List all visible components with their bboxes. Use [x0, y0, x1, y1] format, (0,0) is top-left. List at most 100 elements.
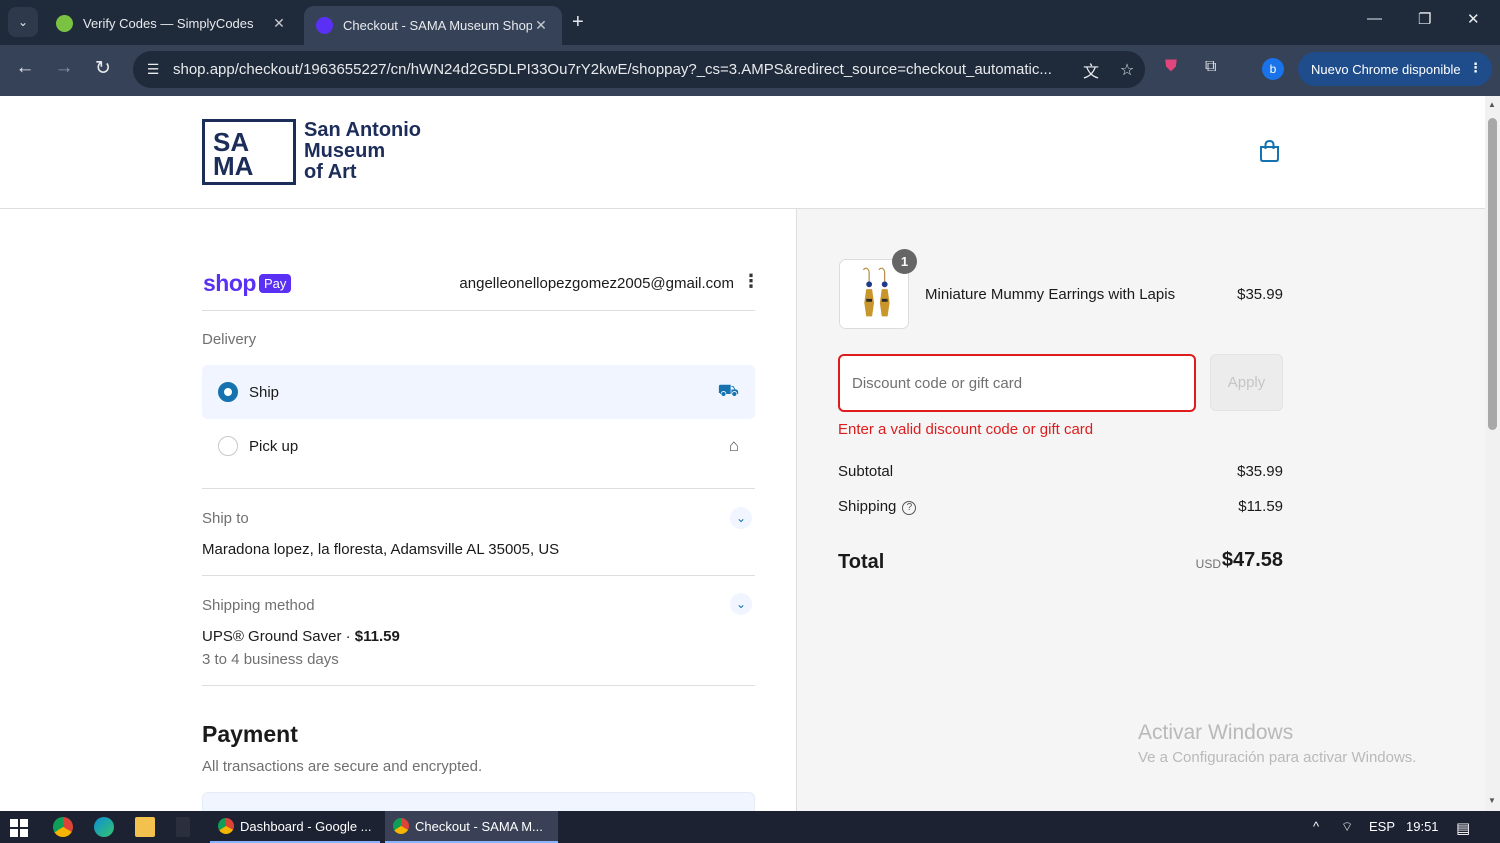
total-label: Total — [838, 551, 885, 573]
windows-start-icon[interactable] — [10, 819, 28, 837]
shipping-method-summary: UPS® Ground Saver · $11.59 — [202, 628, 400, 645]
minimize-icon[interactable]: — — [1367, 10, 1382, 27]
taskbar-app-label: Dashboard - Google ... — [240, 818, 372, 834]
shopping-bag-icon[interactable] — [1259, 140, 1280, 162]
order-summary: 1 Miniature Mummy Earrings with Lapis $3… — [797, 209, 1485, 811]
store-name[interactable]: San Antonio Museum of Art — [304, 120, 444, 183]
product-price: $35.99 — [1237, 286, 1283, 303]
close-tab-icon[interactable]: ✕ — [532, 17, 550, 34]
windows-taskbar: Dashboard - Google ... Checkout - SAMA M… — [0, 811, 1500, 843]
simplycodes-favicon-icon — [56, 14, 73, 32]
store-logo[interactable]: SA MA — [202, 119, 296, 185]
ship-to-label: Ship to — [202, 510, 249, 527]
total-value: $47.58 — [1221, 549, 1283, 571]
store-name-line: of Art — [304, 161, 357, 183]
translate-icon[interactable]: 文 — [1073, 58, 1109, 82]
scroll-up-icon[interactable]: ▲ — [1488, 100, 1496, 109]
taskbar-app-dashboard[interactable]: Dashboard - Google ... — [210, 811, 380, 843]
chrome-icon — [393, 818, 409, 834]
shipping-method-price: $11.59 — [354, 628, 400, 645]
menu-kebab-icon: ⋮ — [1469, 60, 1482, 75]
update-label: Nuevo Chrome disponible — [1311, 61, 1461, 77]
page-scrollbar[interactable]: ▲ ▼ — [1485, 96, 1500, 811]
tab-checkout[interactable]: Checkout - SAMA Museum Shop ✕ — [304, 6, 562, 45]
radio-button[interactable] — [218, 382, 238, 402]
restore-icon[interactable]: ❐ — [1418, 10, 1431, 28]
divider — [202, 685, 755, 686]
notifications-icon[interactable]: ▤ — [1456, 819, 1470, 837]
scrollbar-thumb[interactable] — [1488, 118, 1497, 430]
payment-subtitle: All transactions are secure and encrypte… — [202, 758, 483, 775]
watermark-title: Activar Windows — [1138, 721, 1294, 744]
radio-button[interactable] — [218, 436, 238, 456]
divider — [202, 310, 755, 311]
shop-label: shop — [203, 269, 256, 296]
taskbar-app-icon[interactable] — [176, 817, 190, 837]
shipping-method-expand-chevron-icon[interactable]: ⌄ — [730, 593, 752, 615]
shipping-row: Shipping? $11.59 — [838, 498, 1283, 515]
account-menu-icon[interactable]: ⋮ — [742, 271, 760, 292]
apply-discount-button[interactable]: Apply — [1210, 354, 1283, 411]
bookmark-star-icon[interactable]: ☆ — [1109, 60, 1145, 80]
chrome-icon — [218, 818, 234, 834]
quantity-badge: 1 — [892, 249, 917, 274]
store-name-line: Museum — [304, 140, 386, 162]
account-email: angelleonellopezgomez2005@gmail.com — [459, 275, 734, 292]
shipping-eta: 3 to 4 business days — [202, 651, 339, 668]
back-icon[interactable]: ← — [12, 57, 38, 79]
subtotal-label: Subtotal — [838, 463, 894, 480]
tab-title: Checkout - SAMA Museum Shop — [343, 18, 532, 33]
tab-simplycodes[interactable]: Verify Codes — SimplyCodes ✕ — [44, 6, 300, 40]
ship-to-expand-chevron-icon[interactable]: ⌄ — [730, 507, 752, 529]
delivery-option-pickup[interactable]: Pick up ⌂ — [202, 419, 755, 473]
new-tab-icon[interactable]: + — [572, 11, 584, 34]
option-label: Pick up — [249, 437, 299, 455]
taskbar-app-label: Checkout - SAMA M... — [415, 818, 543, 834]
payment-heading: Payment — [202, 721, 298, 747]
file-explorer-icon[interactable] — [135, 817, 155, 837]
close-tab-icon[interactable]: ✕ — [270, 15, 288, 32]
total-currency: USD — [1195, 557, 1221, 571]
option-label: Ship — [249, 383, 280, 401]
store-icon: ⌂ — [728, 436, 739, 455]
reload-icon[interactable]: ↻ — [90, 57, 116, 80]
payment-method-box[interactable] — [202, 792, 755, 811]
language-indicator[interactable]: ESP — [1369, 819, 1395, 834]
shop-pay-logo: shop Pay — [203, 269, 292, 296]
help-circle-icon[interactable]: ? — [902, 501, 917, 515]
discount-code-input[interactable] — [838, 354, 1196, 412]
windows-activation-watermark: Activar Windows Ve a Configuración para … — [1138, 721, 1416, 766]
shipping-method-name: UPS® Ground Saver · — [202, 628, 355, 645]
watermark-subtitle: Ve a Configuración para activar Windows. — [1138, 749, 1417, 766]
total-row: Total USD $47.58 — [838, 549, 1283, 577]
pay-badge: Pay — [258, 273, 292, 293]
edge-icon[interactable] — [94, 817, 114, 837]
show-hidden-icons-chevron-icon[interactable]: ^ — [1313, 819, 1319, 834]
delivery-option-ship[interactable]: Ship ⛟ — [202, 365, 755, 419]
forward-icon[interactable]: → — [51, 57, 77, 79]
scroll-down-icon[interactable]: ▼ — [1488, 796, 1496, 805]
site-settings-icon[interactable]: ☰ — [133, 61, 173, 78]
chrome-icon[interactable] — [53, 817, 73, 837]
taskbar-app-checkout[interactable]: Checkout - SAMA M... — [385, 811, 558, 843]
discount-error-message: Enter a valid discount code or gift card — [838, 421, 1094, 438]
shield-extension-icon[interactable]: ⛊ — [1165, 58, 1177, 76]
tab-title: Verify Codes — SimplyCodes — [83, 15, 254, 31]
shipping-value: $11.59 — [1238, 498, 1283, 515]
tab-search-button[interactable]: ⌄ — [8, 7, 38, 37]
clock[interactable]: 19:51 — [1406, 819, 1439, 834]
wifi-icon[interactable]: ⌔ — [1341, 819, 1353, 835]
extensions-puzzle-icon[interactable]: ⧉ — [1205, 58, 1216, 76]
store-header: SA MA San Antonio Museum of Art — [0, 96, 1485, 209]
shipping-label: Shipping — [838, 498, 897, 515]
store-name-line: San Antonio — [304, 119, 422, 141]
divider — [202, 575, 755, 576]
profile-avatar[interactable]: b — [1262, 58, 1284, 80]
ship-to-address: Maradona lopez, la floresta, Adamsville … — [202, 541, 560, 558]
subtotal-value: $35.99 — [1237, 463, 1283, 480]
url-text[interactable]: shop.app/checkout/1963655227/cn/hWN24d2G… — [173, 61, 1073, 78]
address-bar[interactable]: ☰ shop.app/checkout/1963655227/cn/hWN24d… — [133, 51, 1145, 88]
divider — [202, 488, 755, 489]
chrome-update-button[interactable]: Nuevo Chrome disponible ⋮ — [1298, 52, 1492, 86]
close-window-icon[interactable]: ✕ — [1467, 10, 1480, 28]
